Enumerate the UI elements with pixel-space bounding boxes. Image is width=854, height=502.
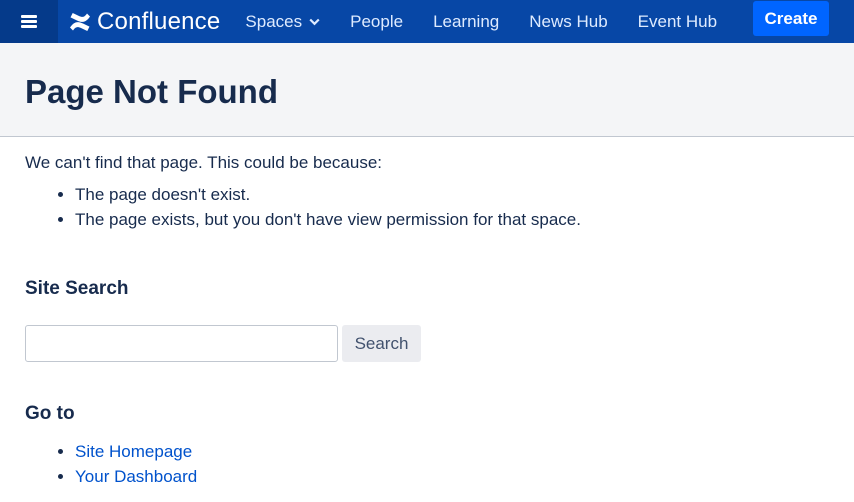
nav-news-hub[interactable]: News Hub <box>514 0 622 43</box>
confluence-logo-icon <box>70 12 90 31</box>
top-navigation-bar: Confluence Spaces People Learning News H… <box>0 0 854 43</box>
nav-spaces-label: Spaces <box>245 12 303 31</box>
app-switcher-button[interactable] <box>0 0 58 43</box>
go-to-list: Site Homepage Your Dashboard <box>25 439 197 489</box>
site-search-form: Search <box>25 325 421 362</box>
logo-text: Confluence <box>97 8 221 35</box>
nav-learning[interactable]: Learning <box>418 0 514 43</box>
search-button[interactable]: Search <box>342 325 421 362</box>
nav-event-hub[interactable]: Event Hub <box>623 0 732 43</box>
nav-spaces[interactable]: Spaces <box>234 0 335 43</box>
your-dashboard-link[interactable]: Your Dashboard <box>75 467 197 486</box>
reasons-list: The page doesn't exist. The page exists,… <box>25 182 825 232</box>
list-item: The page exists, but you don't have view… <box>75 207 825 232</box>
list-item: Site Homepage <box>75 439 197 464</box>
list-item: The page doesn't exist. <box>75 182 825 207</box>
hamburger-menu-icon <box>21 15 37 28</box>
site-homepage-link[interactable]: Site Homepage <box>75 442 192 461</box>
main-content: We can't find that page. This could be b… <box>25 152 825 232</box>
list-item: Your Dashboard <box>75 464 197 489</box>
main-nav: Spaces People Learning News Hub Event Hu… <box>234 0 732 43</box>
page-title: Page Not Found <box>25 73 278 110</box>
site-search-heading: Site Search <box>25 278 129 299</box>
go-to-heading: Go to <box>25 403 75 424</box>
search-input[interactable] <box>25 325 338 362</box>
nav-people[interactable]: People <box>335 0 418 43</box>
confluence-logo[interactable]: Confluence <box>69 0 220 43</box>
intro-text: We can't find that page. This could be b… <box>25 153 383 172</box>
page-header: Page Not Found <box>0 43 854 137</box>
chevron-down-icon <box>309 18 320 25</box>
create-button[interactable]: Create <box>753 1 829 36</box>
